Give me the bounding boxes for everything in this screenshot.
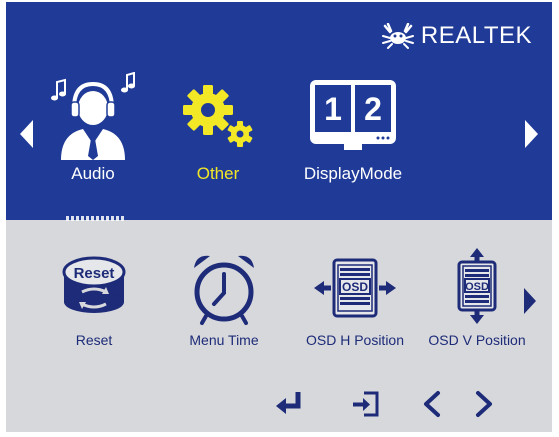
osd-v-icon-text: OSD	[465, 281, 489, 293]
headset-person-icon	[51, 72, 135, 160]
sub-item-label: Reset	[75, 332, 113, 348]
sub-item-menu-time[interactable]: Menu Time	[184, 252, 264, 352]
sub-menu-next-arrow[interactable]	[524, 288, 536, 314]
sub-item-label: OSD H Position	[305, 332, 405, 348]
menu-item-display-mode[interactable]: 1 2 DisplayMode	[288, 72, 418, 184]
osd-menu: REALTEK Audio Other 1 2 DisplayMode Rese…	[6, 2, 552, 432]
menu-item-label: DisplayMode	[303, 164, 403, 183]
screen-1-label: 1	[324, 91, 342, 127]
sub-item-label: Menu Time	[189, 332, 259, 348]
page-indicator	[66, 216, 124, 221]
osd-horizontal-icon: OSD	[314, 258, 396, 318]
screen-2-label: 2	[364, 91, 382, 127]
chevron-right-icon[interactable]	[474, 390, 496, 418]
sub-item-osd-h-position[interactable]: OSD OSD H Position	[306, 252, 404, 352]
brand-name: REALTEK	[420, 22, 532, 49]
menu-prev-arrow[interactable]	[20, 120, 33, 148]
alarm-clock-icon	[194, 255, 254, 325]
enter-icon[interactable]	[274, 390, 304, 418]
menu-item-label: Audio	[71, 164, 115, 183]
gears-icon	[183, 85, 253, 147]
menu-item-label: Other	[196, 164, 240, 183]
reset-icon-text: Reset	[74, 265, 115, 282]
exit-icon[interactable]	[350, 390, 380, 418]
osd-h-icon-text: OSD	[342, 280, 368, 294]
sub-item-reset[interactable]: Reset Reset	[54, 252, 134, 352]
osd-vertical-icon: OSD	[457, 248, 497, 324]
sub-item-label: OSD V Position	[428, 332, 526, 348]
sub-item-osd-v-position[interactable]: OSD OSD V Position	[428, 248, 526, 352]
brand: REALTEK	[381, 22, 532, 50]
menu-next-arrow[interactable]	[525, 120, 538, 148]
display-mode-icon: 1 2	[310, 80, 396, 150]
main-menu-panel: REALTEK Audio Other 1 2 DisplayMode	[6, 2, 552, 221]
reset-icon: Reset	[62, 256, 126, 313]
menu-item-other[interactable]: Other	[168, 72, 268, 184]
realtek-crab-logo	[381, 23, 414, 49]
chevron-left-icon[interactable]	[420, 390, 442, 418]
menu-item-audio[interactable]: Audio	[48, 72, 138, 184]
